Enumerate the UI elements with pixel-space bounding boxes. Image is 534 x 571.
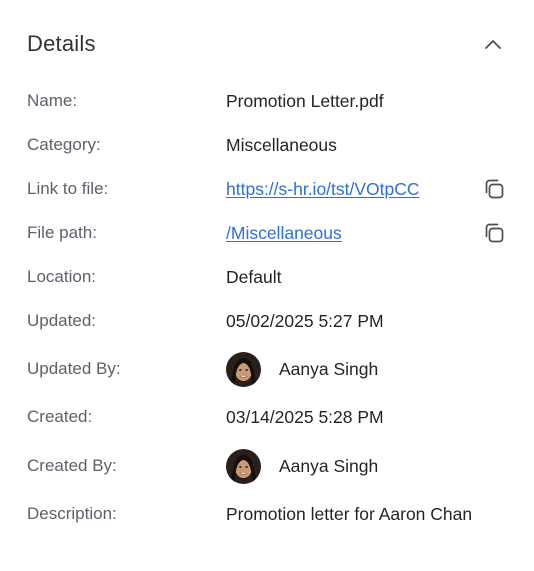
file-path-link[interactable]: /Miscellaneous: [226, 223, 342, 244]
created-by-label: Created By:: [27, 456, 117, 475]
location-label: Location:: [27, 267, 96, 286]
link-to-file-link[interactable]: https://s-hr.io/tst/VOtpCC: [226, 179, 420, 200]
link-to-file-label: Link to file:: [27, 179, 109, 198]
copy-icon: [485, 223, 504, 243]
row-location: Location: Default: [27, 264, 507, 290]
created-value: 03/14/2025 5:28 PM: [226, 406, 384, 427]
row-link-to-file: Link to file: https://s-hr.io/tst/VOtpCC: [27, 176, 507, 202]
file-path-label: File path:: [27, 223, 97, 242]
created-by-user[interactable]: Aanya Singh: [226, 448, 379, 484]
copy-path-button[interactable]: [481, 220, 507, 246]
name-value: Promotion Letter.pdf: [226, 90, 384, 111]
details-header: Details: [27, 28, 507, 60]
created-label: Created:: [27, 407, 93, 426]
name-label: Name:: [27, 91, 78, 110]
avatar: [226, 448, 261, 484]
row-description: Description: Promotion letter for Aaron …: [27, 501, 507, 527]
description-value: Promotion letter for Aaron Chan: [226, 503, 473, 524]
row-category: Category: Miscellaneous: [27, 132, 507, 158]
updated-value: 05/02/2025 5:27 PM: [226, 310, 384, 331]
row-name: Name: Promotion Letter.pdf: [27, 88, 507, 114]
chevron-up-icon: [485, 40, 501, 49]
updated-by-name: Aanya Singh: [279, 358, 379, 379]
row-updated: Updated: 05/02/2025 5:27 PM: [27, 308, 507, 334]
row-created: Created: 03/14/2025 5:28 PM: [27, 404, 507, 430]
details-title: Details: [27, 31, 96, 56]
details-panel: Details Name: Promotion Letter.pdf Categ…: [0, 0, 534, 571]
collapse-button[interactable]: [479, 30, 507, 58]
row-file-path: File path: /Miscellaneous: [27, 220, 507, 246]
row-updated-by: Updated By: Aanya Singh: [27, 351, 507, 387]
description-label: Description:: [27, 504, 117, 523]
updated-by-user[interactable]: Aanya Singh: [226, 351, 379, 387]
category-value: Miscellaneous: [226, 134, 337, 155]
row-created-by: Created By: Aanya Singh: [27, 448, 507, 484]
location-value: Default: [226, 266, 282, 287]
updated-by-label: Updated By:: [27, 359, 121, 378]
created-by-name: Aanya Singh: [279, 455, 379, 476]
category-label: Category:: [27, 135, 101, 154]
avatar: [226, 351, 261, 387]
updated-label: Updated:: [27, 311, 96, 330]
copy-link-button[interactable]: [481, 176, 507, 202]
copy-icon: [485, 179, 504, 199]
